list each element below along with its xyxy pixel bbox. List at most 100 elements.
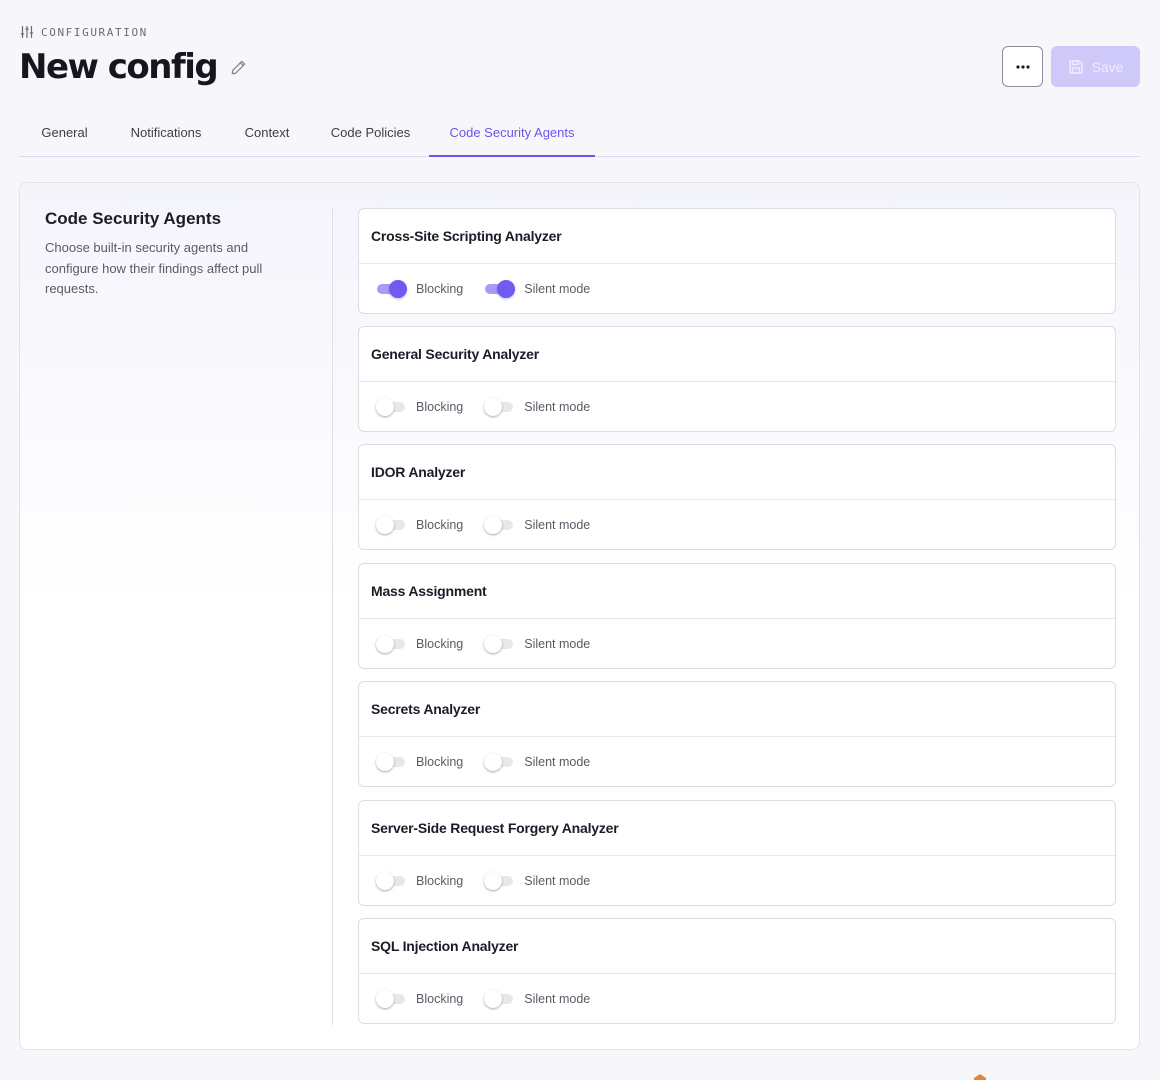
silent-mode-toggle-group[interactable]: Silent mode: [484, 397, 591, 416]
silent-mode-toggle-label: Silent mode: [524, 991, 591, 1006]
silent-mode-toggle-label: Silent mode: [524, 517, 591, 532]
blocking-toggle-group[interactable]: Blocking: [376, 752, 463, 771]
agent-card-header: SQL Injection Analyzer: [359, 919, 1115, 974]
toggle-knob: [484, 989, 503, 1008]
blocking-toggle-group[interactable]: Blocking: [376, 634, 463, 653]
agent-name: Secrets Analyzer: [371, 701, 481, 717]
section-title: Code Security Agents: [45, 209, 222, 228]
toggle-knob: [376, 634, 394, 653]
agent-card: Secrets Analyzer Blocking Silent mode: [358, 681, 1116, 787]
silent-mode-toggle-group[interactable]: Silent mode: [484, 989, 591, 1008]
agent-name: Mass Assignment: [371, 583, 487, 599]
blocking-toggle[interactable]: [376, 752, 407, 771]
save-button[interactable]: Save: [1051, 46, 1140, 87]
silent-mode-toggle[interactable]: [484, 871, 515, 890]
toggle-knob: [484, 871, 503, 890]
section-description: Choose built-in security agents and conf…: [45, 240, 263, 296]
title-row: New config: [19, 45, 249, 89]
blocking-toggle-group[interactable]: Blocking: [376, 515, 464, 534]
toggle-knob: [484, 752, 503, 771]
blocking-toggle[interactable]: [376, 634, 407, 653]
silent-mode-toggle[interactable]: [484, 989, 515, 1008]
blocking-toggle-group[interactable]: Blocking: [377, 279, 464, 298]
silent-mode-toggle[interactable]: [484, 634, 515, 653]
silent-mode-toggle-group[interactable]: Silent mode: [485, 279, 591, 298]
blocking-toggle[interactable]: [376, 871, 407, 890]
agent-card: IDOR Analyzer Blocking Silent mode: [358, 444, 1116, 550]
toggle-knob: [376, 397, 394, 416]
agent-name: SQL Injection Analyzer: [371, 938, 519, 954]
silent-mode-toggle-label: Silent mode: [524, 873, 591, 888]
agent-name: Server-Side Request Forgery Analyzer: [371, 820, 619, 836]
agent-card-header: Server-Side Request Forgery Analyzer: [359, 801, 1115, 856]
config-page: CONFIGURATION New config Save General No…: [0, 0, 1160, 1080]
agent-card-header: Cross-Site Scripting Analyzer: [359, 209, 1115, 264]
settings-card: Code Security Agents Choose built-in sec…: [19, 182, 1140, 1050]
agent-card-controls: Blocking Silent mode: [359, 264, 1115, 313]
agent-name: IDOR Analyzer: [371, 464, 466, 480]
eyebrow-label: CONFIGURATION: [41, 25, 148, 39]
agent-card-controls: Blocking Silent mode: [359, 619, 1115, 668]
silent-mode-toggle[interactable]: [484, 515, 515, 534]
breadcrumb: CONFIGURATION: [20, 24, 148, 40]
blocking-toggle-group[interactable]: Blocking: [376, 989, 464, 1008]
toggle-knob: [376, 752, 394, 771]
blocking-toggle-label: Blocking: [416, 873, 464, 888]
agent-card-controls: Blocking Silent mode: [359, 974, 1115, 1023]
agent-card-header: Secrets Analyzer: [359, 682, 1115, 737]
sliders-icon: [20, 26, 34, 38]
silent-mode-toggle-group[interactable]: Silent mode: [484, 515, 591, 534]
agent-name: General Security Analyzer: [371, 346, 540, 362]
toggle-knob: [389, 279, 407, 298]
silent-mode-toggle-label: Silent mode: [524, 399, 591, 414]
blocking-toggle[interactable]: [377, 279, 407, 298]
more-options-button[interactable]: [1002, 46, 1043, 87]
agent-card-header: Mass Assignment: [359, 564, 1115, 619]
agent-card-controls: Blocking Silent mode: [359, 500, 1115, 549]
blocking-toggle-group[interactable]: Blocking: [376, 871, 464, 890]
agent-card: Cross-Site Scripting Analyzer Blocking Sil…: [358, 208, 1116, 314]
agent-name: Cross-Site Scripting Analyzer: [371, 228, 562, 244]
blocking-toggle[interactable]: [376, 989, 407, 1008]
more-horizontal-icon: [1015, 64, 1030, 69]
agent-card-header: General Security Analyzer: [359, 327, 1115, 382]
blocking-toggle[interactable]: [376, 397, 407, 416]
toggle-knob: [484, 397, 503, 416]
agent-card: General Security Analyzer Blocking Silent …: [358, 326, 1116, 432]
toggle-knob: [376, 515, 394, 534]
blocking-toggle-group[interactable]: Blocking: [376, 397, 464, 416]
silent-mode-toggle-label: Silent mode: [524, 281, 591, 296]
tab-notifications[interactable]: Notifications: [110, 108, 222, 156]
blocking-toggle-label: Blocking: [416, 991, 464, 1006]
tab-bar: General Notifications Context Code Polic…: [19, 108, 1140, 157]
tab-code-policies[interactable]: Code Policies: [312, 108, 429, 156]
silent-mode-toggle[interactable]: [485, 279, 516, 298]
pencil-icon: [231, 60, 246, 74]
silent-mode-toggle[interactable]: [484, 752, 515, 771]
silent-mode-toggle-label: Silent mode: [524, 636, 591, 651]
agent-card: Server-Side Request Forgery Analyzer Bloc…: [358, 800, 1116, 906]
silent-mode-toggle-group[interactable]: Silent mode: [484, 752, 591, 771]
tab-general[interactable]: General: [19, 108, 110, 156]
agent-card-controls: Blocking Silent mode: [359, 856, 1115, 905]
agent-card-controls: Blocking Silent mode: [359, 737, 1115, 786]
blocking-toggle-label: Blocking: [416, 399, 464, 414]
silent-mode-toggle-group[interactable]: Silent mode: [484, 634, 591, 653]
tab-code-security-agents[interactable]: Code Security Agents: [429, 108, 595, 157]
toggle-knob: [376, 871, 394, 890]
toggle-knob: [497, 279, 516, 298]
toggle-knob: [484, 634, 503, 653]
silent-mode-toggle-label: Silent mode: [524, 754, 591, 769]
tab-context[interactable]: Context: [222, 108, 312, 156]
blocking-toggle-label: Blocking: [416, 517, 464, 532]
section-divider: [332, 208, 333, 1025]
silent-mode-toggle-group[interactable]: Silent mode: [484, 871, 591, 890]
blocking-toggle[interactable]: [376, 515, 407, 534]
page-title: New config: [19, 47, 219, 87]
silent-mode-toggle[interactable]: [484, 397, 515, 416]
agent-card: Mass Assignment Blocking Silent mode: [358, 563, 1116, 669]
edit-title-button[interactable]: [227, 56, 249, 78]
toggle-knob: [376, 989, 394, 1008]
blocking-toggle-label: Blocking: [416, 281, 464, 296]
toggle-knob: [484, 515, 503, 534]
